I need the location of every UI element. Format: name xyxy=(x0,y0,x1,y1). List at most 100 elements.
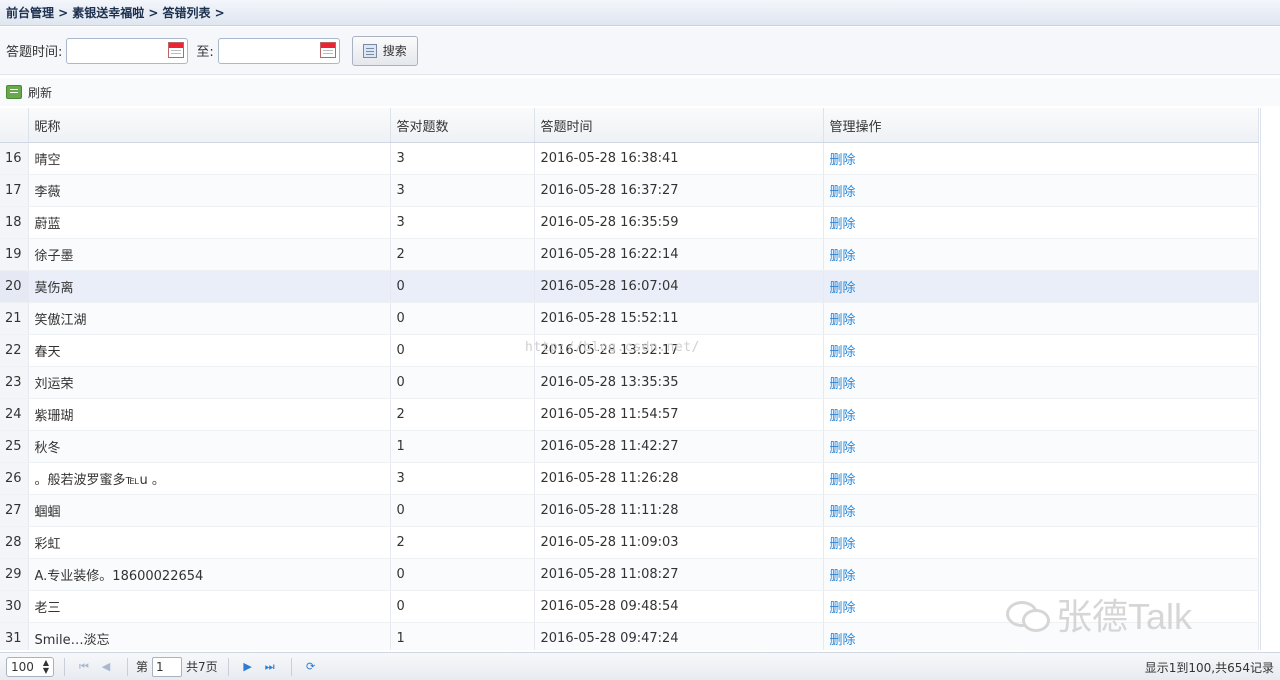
actions-cell: 删除 xyxy=(823,430,1259,463)
calendar-icon[interactable] xyxy=(319,41,336,58)
nickname-cell: 蔚蓝 xyxy=(28,206,391,239)
search-button-label: 搜索 xyxy=(382,44,407,58)
correct-count-cell: 3 xyxy=(390,174,535,207)
first-page-icon[interactable]: ⏮ xyxy=(73,657,95,677)
actions-cell: 删除 xyxy=(823,558,1259,591)
table-row[interactable]: 22 春天 0 2016-05-28 13:52:17 删除 xyxy=(0,334,1259,367)
search-button[interactable]: 搜索 xyxy=(351,35,418,66)
column-header-answer-time[interactable]: 答题时间 xyxy=(534,108,824,143)
actions-cell: 删除 xyxy=(823,622,1259,650)
column-header-nickname[interactable]: 昵称 xyxy=(28,108,391,143)
table-row[interactable]: 20 莫伤离 0 2016-05-28 16:07:04 删除 xyxy=(0,270,1259,303)
table-row[interactable]: 31 Smile…淡忘 1 2016-05-28 09:47:24 删除 xyxy=(0,622,1259,650)
table-row[interactable]: 17 李薇 3 2016-05-28 16:37:27 删除 xyxy=(0,174,1259,207)
pagination-bar: 100 ▲ ▼ ⏮ ◀ 第 1 共7页 ▶ ⏭ ⟳ 显示1到100,共654记录 xyxy=(0,652,1280,680)
table-row[interactable]: 19 徐子墨 2 2016-05-28 16:22:14 删除 xyxy=(0,238,1259,271)
table-row[interactable]: 25 秋冬 1 2016-05-28 11:42:27 删除 xyxy=(0,430,1259,463)
nickname-cell: 莫伤离 xyxy=(28,270,391,303)
correct-count-cell: 3 xyxy=(390,142,535,175)
delete-link[interactable]: 删除 xyxy=(830,249,856,264)
correct-count-cell: 0 xyxy=(390,334,535,367)
table-row[interactable]: 16 晴空 3 2016-05-28 16:38:41 删除 xyxy=(0,142,1259,175)
actions-cell: 删除 xyxy=(823,270,1259,303)
correct-count-cell: 0 xyxy=(390,270,535,303)
table-row[interactable]: 30 老三 0 2016-05-28 09:48:54 删除 xyxy=(0,590,1259,623)
prev-page-icon[interactable]: ◀ xyxy=(95,657,117,677)
row-number: 17 xyxy=(0,174,29,207)
delete-link[interactable]: 删除 xyxy=(830,217,856,232)
row-number: 28 xyxy=(0,526,29,559)
nickname-cell: 徐子墨 xyxy=(28,238,391,271)
correct-count-cell: 3 xyxy=(390,206,535,239)
table-row[interactable]: 27 蝈蝈 0 2016-05-28 11:11:28 删除 xyxy=(0,494,1259,527)
actions-cell: 删除 xyxy=(823,238,1259,271)
page-prefix: 第 xyxy=(136,660,149,674)
answer-time-cell: 2016-05-28 11:26:28 xyxy=(534,462,824,495)
nickname-cell: 李薇 xyxy=(28,174,391,207)
delete-link[interactable]: 删除 xyxy=(830,569,856,584)
delete-link[interactable]: 删除 xyxy=(830,409,856,424)
delete-link[interactable]: 删除 xyxy=(830,633,856,648)
row-number: 22 xyxy=(0,334,29,367)
delete-link[interactable]: 删除 xyxy=(830,377,856,392)
nickname-cell: 晴空 xyxy=(28,142,391,175)
nickname-cell: 刘运荣 xyxy=(28,366,391,399)
refresh-button[interactable]: 刷新 xyxy=(28,84,52,101)
actions-cell: 删除 xyxy=(823,334,1259,367)
table-row[interactable]: 28 彩虹 2 2016-05-28 11:09:03 删除 xyxy=(0,526,1259,559)
divider xyxy=(290,657,292,676)
correct-count-cell: 1 xyxy=(390,430,535,463)
delete-link[interactable]: 删除 xyxy=(830,505,856,520)
correct-count-cell: 0 xyxy=(390,590,535,623)
row-number: 30 xyxy=(0,590,29,623)
column-header-correct-count[interactable]: 答对题数 xyxy=(390,108,535,143)
table-row[interactable]: 21 笑傲江湖 0 2016-05-28 15:52:11 删除 xyxy=(0,302,1259,335)
breadcrumb-item: 答错列表 > xyxy=(162,6,225,20)
table-row[interactable]: 26 。般若波罗蜜多℡u 。 3 2016-05-28 11:26:28 删除 xyxy=(0,462,1259,495)
calendar-icon[interactable] xyxy=(168,41,185,58)
actions-cell: 删除 xyxy=(823,398,1259,431)
nickname-cell: 笑傲江湖 xyxy=(28,302,391,335)
delete-link[interactable]: 删除 xyxy=(830,345,856,360)
breadcrumb-item[interactable]: 前台管理 > xyxy=(6,4,68,21)
reload-icon[interactable]: ⟳ xyxy=(300,657,322,677)
delete-link[interactable]: 删除 xyxy=(830,473,856,488)
end-date-input[interactable] xyxy=(217,37,340,64)
delete-link[interactable]: 删除 xyxy=(830,153,856,168)
next-page-icon[interactable]: ▶ xyxy=(237,657,259,677)
search-bar: 答题时间: 至: 搜索 xyxy=(0,27,1280,75)
page-size-select[interactable]: 100 ▲ ▼ xyxy=(6,656,54,677)
page-size-value: 100 xyxy=(11,659,34,674)
correct-count-cell: 0 xyxy=(390,302,535,335)
delete-link[interactable]: 删除 xyxy=(830,537,856,552)
start-date-input[interactable] xyxy=(66,37,189,64)
delete-link[interactable]: 删除 xyxy=(830,441,856,456)
answer-time-cell: 2016-05-28 13:52:17 xyxy=(534,334,824,367)
last-page-icon[interactable]: ⏭ xyxy=(259,657,281,677)
answer-time-cell: 2016-05-28 15:52:11 xyxy=(534,302,824,335)
nickname-cell: 老三 xyxy=(28,590,391,623)
table-row[interactable]: 29 A.专业装修。18600022654 0 2016-05-28 11:08:27… xyxy=(0,558,1259,591)
actions-cell: 删除 xyxy=(823,174,1259,207)
row-number: 25 xyxy=(0,430,29,463)
to-label: 至: xyxy=(196,45,214,60)
delete-link[interactable]: 删除 xyxy=(830,185,856,200)
refresh-icon[interactable] xyxy=(6,85,22,99)
page-number-input[interactable]: 1 xyxy=(152,656,183,677)
divider xyxy=(64,657,65,676)
breadcrumb-item[interactable]: 素银送幸福啦 > xyxy=(72,4,158,21)
answer-time-cell: 2016-05-28 11:08:27 xyxy=(534,558,824,591)
table-row[interactable]: 24 紫珊瑚 2 2016-05-28 11:54:57 删除 xyxy=(0,398,1259,431)
actions-cell: 删除 xyxy=(823,302,1259,335)
table-row[interactable]: 18 蔚蓝 3 2016-05-28 16:35:59 删除 xyxy=(0,206,1259,239)
answer-time-cell: 2016-05-28 16:07:04 xyxy=(534,270,824,303)
stepper-icon: ▲ ▼ xyxy=(42,657,49,675)
column-header-actions: 管理操作 xyxy=(823,108,1259,143)
correct-count-cell: 0 xyxy=(390,494,535,527)
table-row[interactable]: 23 刘运荣 0 2016-05-28 13:35:35 删除 xyxy=(0,366,1259,399)
delete-link[interactable]: 删除 xyxy=(830,313,856,328)
actions-cell: 删除 xyxy=(823,462,1259,495)
delete-link[interactable]: 删除 xyxy=(830,281,856,296)
actions-cell: 删除 xyxy=(823,366,1259,399)
delete-link[interactable]: 删除 xyxy=(830,601,856,616)
